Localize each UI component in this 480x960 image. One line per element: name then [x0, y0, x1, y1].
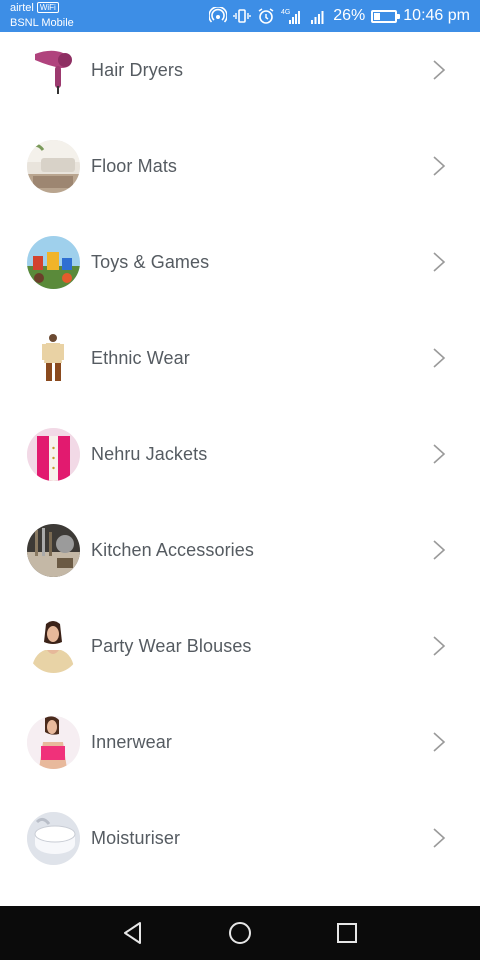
list-item[interactable]: Hair Dryers: [0, 22, 480, 118]
list-item[interactable]: Innerwear: [0, 694, 480, 790]
chevron-right-icon: [433, 828, 446, 848]
chevron-right-icon: [433, 540, 446, 560]
list-item[interactable]: Moisturiser: [0, 790, 480, 886]
chevron-right-icon: [433, 348, 446, 368]
chevron-right-icon: [433, 252, 446, 272]
chevron-right-icon: [433, 444, 446, 464]
list-item[interactable]: Nehru Jackets: [0, 406, 480, 502]
navigation-bar: [0, 906, 480, 960]
wifi-calling-badge: WiFi: [36, 2, 59, 13]
category-label: Moisturiser: [91, 827, 181, 848]
chevron-right-icon: [433, 60, 446, 80]
category-label: Kitchen Accessories: [91, 539, 254, 560]
innerwear-image: [27, 715, 80, 769]
list-item[interactable]: Kitchen Accessories: [0, 502, 480, 598]
nehru-jacket-image: [27, 427, 80, 481]
home-icon[interactable]: [227, 920, 253, 946]
category-label: Floor Mats: [91, 155, 178, 176]
category-label: Ethnic Wear: [91, 347, 190, 368]
category-label: Innerwear: [91, 731, 172, 752]
list-item[interactable]: Toys & Games: [0, 214, 480, 310]
category-label: Toys & Games: [91, 251, 210, 272]
battery-icon: [371, 9, 401, 23]
floor-mat-image: [27, 139, 80, 193]
chevron-right-icon: [433, 732, 446, 752]
ethnic-wear-image: [27, 332, 80, 385]
category-list: Hair Dryers Floor Mats Toys & Games Ethn…: [0, 22, 480, 886]
category-label: Nehru Jackets: [91, 443, 208, 464]
hair-dryer-image: [27, 44, 80, 97]
chevron-right-icon: [433, 156, 446, 176]
category-label: Hair Dryers: [91, 59, 184, 80]
category-label: Party Wear Blouses: [91, 635, 252, 656]
back-icon[interactable]: [120, 920, 146, 946]
chevron-right-icon: [433, 636, 446, 656]
list-item[interactable]: Floor Mats: [0, 118, 480, 214]
moisturiser-image: [27, 811, 80, 865]
carrier-primary: airtel: [10, 2, 34, 14]
list-item[interactable]: Party Wear Blouses: [0, 598, 480, 694]
list-item[interactable]: Ethnic Wear: [0, 310, 480, 406]
recents-icon[interactable]: [334, 920, 360, 946]
blouse-image: [27, 620, 80, 673]
toys-image: [27, 235, 80, 289]
network-type-label: 4G: [281, 9, 290, 16]
kitchen-image: [27, 523, 80, 577]
